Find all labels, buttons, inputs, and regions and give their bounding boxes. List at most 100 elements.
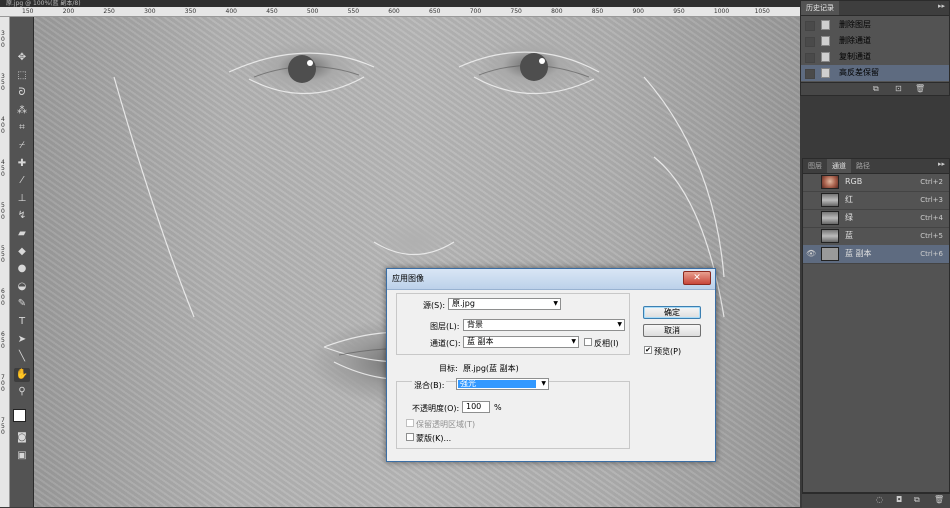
zoom-tool-icon[interactable]: ⚲ xyxy=(14,385,30,399)
trash-icon[interactable]: 🗑 xyxy=(915,84,925,93)
channel-name: 红 xyxy=(845,195,853,204)
panel-menu-icon[interactable]: ▸▸ xyxy=(938,2,945,10)
opacity-unit: % xyxy=(494,403,502,412)
ruler-tick-label: 500 xyxy=(306,8,319,15)
ruler-tick-label: 200 xyxy=(62,8,75,15)
snapshot-icon[interactable]: ⊡ xyxy=(895,84,902,93)
save-selection-icon[interactable]: ◘ xyxy=(896,495,902,504)
channel-thumbnail xyxy=(821,211,839,225)
screen-mode-icon[interactable]: ▣ xyxy=(14,449,30,463)
close-button[interactable]: ✕ xyxy=(683,271,711,285)
blur-tool-icon[interactable]: ● xyxy=(14,262,30,276)
history-item[interactable]: 复制通道 xyxy=(801,49,949,65)
preview-label: 预览(P) xyxy=(654,347,682,356)
channel-shortcut: Ctrl+2 xyxy=(920,178,943,186)
layer-select[interactable]: 背景 ▼ xyxy=(463,319,625,331)
move-tool-icon[interactable]: ✥ xyxy=(14,51,30,65)
new-document-from-state-icon[interactable]: ⧉ xyxy=(873,84,879,94)
lasso-tool-icon[interactable]: ᘐ xyxy=(14,86,30,100)
load-selection-icon[interactable]: ◌ xyxy=(876,495,883,504)
history-panel: 历史记录 ▸▸ 删除图层删除通道复制通道 高反差保留 ⧉ ⊡ 🗑 xyxy=(800,0,950,96)
chevron-down-icon: ▼ xyxy=(541,380,546,387)
ruler-tick-label: 1050 xyxy=(754,8,770,15)
chevron-down-icon: ▼ xyxy=(571,338,576,345)
history-source-checkbox[interactable] xyxy=(805,53,815,63)
history-brush-icon[interactable]: ↯ xyxy=(14,209,30,223)
hand-tool-icon[interactable]: ✋ xyxy=(14,367,30,382)
target-value: 原.jpg(蓝 副本) xyxy=(463,364,519,373)
eye-icon[interactable]: 👁 xyxy=(806,245,818,263)
channel-thumbnail xyxy=(821,193,839,207)
magic-wand-icon[interactable]: ⁂ xyxy=(14,104,30,118)
type-tool-icon[interactable]: T xyxy=(14,315,30,329)
channel-row[interactable]: 蓝 Ctrl+5 xyxy=(803,227,949,246)
ok-button[interactable]: 确定 xyxy=(643,306,701,319)
target-label: 目标: xyxy=(439,364,458,373)
history-source-checkbox[interactable] xyxy=(805,37,815,47)
ruler-tick-label: 400 xyxy=(225,8,237,15)
preview-checkbox[interactable]: ✔ xyxy=(644,346,652,354)
ruler-tick-label: 750 xyxy=(1,417,5,436)
channel-shortcut: Ctrl+6 xyxy=(920,250,943,258)
channel-thumbnail xyxy=(821,175,839,189)
new-channel-icon[interactable]: ⧉ xyxy=(914,495,920,505)
trash-icon[interactable]: 🗑 xyxy=(934,495,944,504)
panel-gap xyxy=(800,96,950,158)
blend-mode-select[interactable]: 强光 ▼ xyxy=(456,378,549,390)
quick-mask-icon[interactable]: ◙ xyxy=(14,431,30,445)
history-state-icon xyxy=(821,20,830,30)
ruler-tick-label: 750 xyxy=(510,8,522,15)
healing-brush-icon[interactable]: ✚ xyxy=(14,157,30,171)
tab-paths[interactable]: 路径 xyxy=(851,159,875,173)
crop-tool-icon[interactable]: ⌗ xyxy=(14,121,30,135)
ruler-tick-label: 700 xyxy=(469,8,482,15)
ruler-tick-label: 450 xyxy=(1,159,5,178)
tab-history[interactable]: 历史记录 xyxy=(801,1,839,15)
channel-row[interactable]: 红 Ctrl+3 xyxy=(803,191,949,210)
chevron-down-icon: ▼ xyxy=(553,300,558,307)
invert-checkbox[interactable] xyxy=(584,338,592,346)
tab-layers[interactable]: 图层 xyxy=(803,159,827,173)
history-item[interactable]: 删除图层 xyxy=(801,17,949,33)
history-source-checkbox[interactable] xyxy=(805,69,815,79)
channel-row[interactable]: 👁 蓝 副本 Ctrl+6 xyxy=(803,245,949,264)
history-item-label: 删除通道 xyxy=(839,36,871,45)
history-item-label: 删除图层 xyxy=(839,20,871,29)
dialog-title-bar[interactable]: 应用图像 ✕ xyxy=(387,269,715,290)
right-eye xyxy=(520,53,548,81)
history-state-icon xyxy=(821,52,830,62)
dodge-tool-icon[interactable]: ◒ xyxy=(14,280,30,294)
eraser-icon[interactable]: ▰ xyxy=(14,227,30,241)
history-source-checkbox[interactable] xyxy=(805,21,815,31)
tab-channels[interactable]: 通道 xyxy=(827,159,851,173)
history-item[interactable]: 高反差保留 xyxy=(801,65,949,81)
opacity-input[interactable]: 100 xyxy=(462,401,490,413)
paint-bucket-icon[interactable]: ◆ xyxy=(14,245,30,259)
preserve-transparency-checkbox[interactable] xyxy=(406,419,414,427)
channel-row[interactable]: 绿 Ctrl+4 xyxy=(803,209,949,228)
eyedropper-icon[interactable]: ⌿ xyxy=(14,139,30,153)
marquee-tool-icon[interactable]: ⬚ xyxy=(14,69,30,83)
source-select[interactable]: 原.jpg ▼ xyxy=(448,298,561,310)
brush-tool-icon[interactable]: ⁄ xyxy=(14,174,30,188)
channel-select[interactable]: 蓝 副本 ▼ xyxy=(463,336,579,348)
stamp-tool-icon[interactable]: ⊥ xyxy=(14,192,30,206)
color-swatches[interactable] xyxy=(12,407,32,428)
pen-tool-icon[interactable]: ✎ xyxy=(14,297,30,311)
ruler-tick-label: 650 xyxy=(429,8,441,15)
top-ruler: 150 200 250 300 350 400 450 500 550 600 650 700 750 8… xyxy=(0,7,800,17)
ruler-tick-label: 300 xyxy=(1,30,5,49)
cancel-button[interactable]: 取消 xyxy=(643,324,701,337)
channel-shortcut: Ctrl+3 xyxy=(920,196,943,204)
mask-checkbox[interactable] xyxy=(406,433,414,441)
path-select-icon[interactable]: ➤ xyxy=(14,333,30,347)
foreground-color[interactable] xyxy=(13,409,26,422)
channel-row[interactable]: RGB Ctrl+2 xyxy=(803,173,949,192)
history-panel-header: 历史记录 ▸▸ xyxy=(801,1,949,16)
panel-menu-icon[interactable]: ▸▸ xyxy=(938,160,945,168)
ruler-tick-label: 600 xyxy=(1,288,5,307)
document-tab[interactable]: 原.jpg @ 100%(蓝 副本/8) xyxy=(0,0,800,7)
line-tool-icon[interactable]: ╲ xyxy=(14,350,30,364)
history-item[interactable]: 删除通道 xyxy=(801,33,949,49)
blend-mode-value: 强光 xyxy=(458,380,536,388)
